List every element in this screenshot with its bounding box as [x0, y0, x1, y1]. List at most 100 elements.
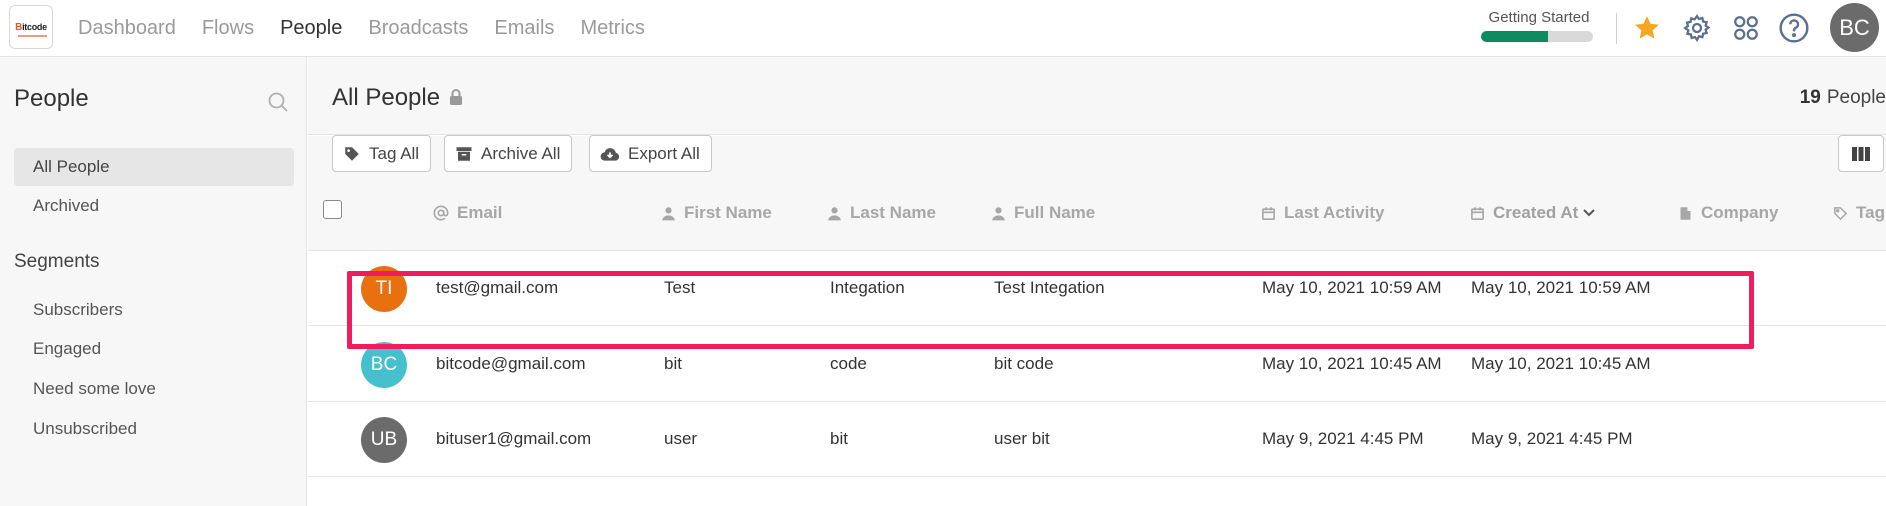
top-navigation-bar: Bitcode Dashboard Flows People Broadcast…	[0, 0, 1886, 57]
column-company[interactable]: Company	[1678, 203, 1778, 223]
nav-flows[interactable]: Flows	[202, 17, 254, 40]
people-count-number: 19	[1799, 87, 1821, 108]
building-icon	[1680, 206, 1691, 220]
created-at-cell: May 10, 2021 10:59 AM	[1471, 278, 1651, 297]
table-row[interactable]: TI test@gmail.com Test Integation Test I…	[308, 251, 1886, 326]
column-full-name-label: Full Name	[1014, 203, 1096, 222]
gear-icon[interactable]	[1681, 12, 1713, 44]
last-name-cell: code	[830, 354, 867, 373]
sidebar-item-unsubscribed[interactable]: Unsubscribed	[14, 410, 294, 448]
avatar: BC	[361, 342, 407, 388]
nav-emails[interactable]: Emails	[494, 17, 554, 40]
full-name-cell: bit code	[994, 354, 1054, 373]
nav-divider	[1616, 13, 1617, 44]
tag-icon	[1834, 206, 1848, 220]
first-name-cell: bit	[664, 354, 682, 373]
lock-icon	[448, 85, 464, 113]
column-first-name-label: First Name	[684, 203, 772, 222]
sidebar: People All People Archived Segments Subs…	[0, 57, 307, 506]
select-all-checkbox[interactable]	[323, 200, 342, 219]
sidebar-item-label: Unsubscribed	[33, 419, 137, 438]
user-avatar[interactable]: BC	[1830, 3, 1879, 52]
at-icon	[433, 205, 449, 221]
last-activity-cell: May 9, 2021 4:45 PM	[1262, 429, 1424, 448]
sidebar-item-label: Archived	[33, 196, 100, 215]
grid-icon[interactable]	[1730, 12, 1762, 44]
full-name-cell: Test Integation	[994, 278, 1105, 297]
created-at-cell: May 9, 2021 4:45 PM	[1471, 429, 1633, 448]
question-icon[interactable]	[1778, 12, 1810, 44]
user-icon	[992, 206, 1005, 220]
table-header: Email First Name Last Name Full Name Las…	[308, 181, 1886, 251]
sidebar-item-need-some-love[interactable]: Need some love	[14, 370, 294, 408]
table-row[interactable]: UB bituser1@gmail.com user bit user bit …	[308, 402, 1886, 477]
email-cell[interactable]: test@gmail.com	[436, 278, 558, 298]
column-last-activity-label: Last Activity	[1284, 203, 1385, 222]
people-count-label: People	[1826, 87, 1886, 108]
avatar: UB	[361, 417, 407, 463]
column-created-at[interactable]: Created At	[1470, 203, 1596, 223]
sidebar-item-label: All People	[33, 157, 110, 176]
sidebar-item-label: Engaged	[33, 339, 102, 358]
people-count: 19 People	[1800, 87, 1886, 109]
column-full-name[interactable]: Full Name	[991, 203, 1095, 223]
columns-toggle-button[interactable]	[1838, 135, 1884, 172]
search-icon[interactable]	[266, 90, 290, 114]
nav-people[interactable]: People	[280, 17, 342, 40]
sidebar-item-label: Need some love	[33, 379, 156, 398]
last-activity-cell: May 10, 2021 10:45 AM	[1262, 354, 1442, 373]
column-tags-label: Tag	[1856, 203, 1885, 222]
main-content: All People 19 People Tag All Archive All …	[308, 57, 1886, 506]
tag-icon	[345, 146, 359, 161]
column-last-activity[interactable]: Last Activity	[1261, 203, 1384, 223]
sidebar-item-subscribers[interactable]: Subscribers	[14, 291, 294, 329]
sidebar-title: People	[14, 85, 89, 112]
columns-icon	[1852, 146, 1870, 161]
sidebar-item-all-people[interactable]: All People	[14, 148, 294, 186]
sidebar-item-engaged[interactable]: Engaged	[14, 330, 294, 368]
export-all-button[interactable]: Export All	[589, 135, 712, 172]
getting-started-progress-bar	[1481, 31, 1593, 42]
first-name-cell: Test	[664, 278, 696, 297]
avatar: TI	[361, 266, 407, 312]
tag-all-label: Tag All	[369, 143, 420, 163]
archive-all-label: Archive All	[481, 143, 561, 163]
app-logo[interactable]: Bitcode	[9, 5, 53, 49]
archive-all-button[interactable]: Archive All	[444, 135, 573, 172]
last-name-cell: Integation	[830, 278, 905, 297]
nav-dashboard[interactable]: Dashboard	[78, 17, 176, 40]
getting-started-widget[interactable]: Getting Started	[1481, 9, 1597, 42]
getting-started-label: Getting Started	[1488, 9, 1590, 26]
column-email-label: Email	[457, 203, 503, 222]
email-cell[interactable]: bituser1@gmail.com	[436, 429, 591, 449]
last-name-cell: bit	[830, 429, 848, 448]
export-all-label: Export All	[628, 143, 700, 163]
nav-broadcasts[interactable]: Broadcasts	[368, 17, 468, 40]
calendar-icon	[1262, 206, 1275, 220]
main-nav: Dashboard Flows People Broadcasts Emails…	[78, 0, 671, 56]
archive-icon	[456, 146, 472, 161]
calendar-icon	[1471, 206, 1484, 220]
column-first-name[interactable]: First Name	[661, 203, 772, 223]
cloud-download-icon	[600, 147, 620, 161]
user-icon	[828, 206, 841, 220]
nav-metrics[interactable]: Metrics	[580, 17, 644, 40]
column-last-name[interactable]: Last Name	[827, 203, 936, 223]
star-icon[interactable]	[1631, 12, 1663, 44]
logo-letter: B	[15, 21, 23, 33]
column-email[interactable]: Email	[433, 203, 502, 223]
last-activity-cell: May 10, 2021 10:59 AM	[1262, 278, 1442, 297]
column-created-at-label: Created At	[1493, 203, 1579, 222]
column-last-name-label: Last Name	[850, 203, 936, 222]
email-cell[interactable]: bitcode@gmail.com	[436, 354, 586, 374]
tag-all-button[interactable]: Tag All	[332, 135, 432, 172]
page-header: All People 19 People	[308, 57, 1886, 135]
column-tags[interactable]: Tag	[1833, 203, 1885, 223]
first-name-cell: user	[664, 429, 698, 448]
table-row[interactable]: BC bitcode@gmail.com bit code bit code M…	[308, 327, 1886, 402]
page-title-text: All People	[332, 84, 441, 111]
getting-started-progress-fill	[1481, 31, 1549, 42]
sidebar-item-archived[interactable]: Archived	[14, 187, 294, 225]
segments-heading: Segments	[14, 251, 100, 272]
sidebar-item-label: Subscribers	[33, 300, 123, 319]
